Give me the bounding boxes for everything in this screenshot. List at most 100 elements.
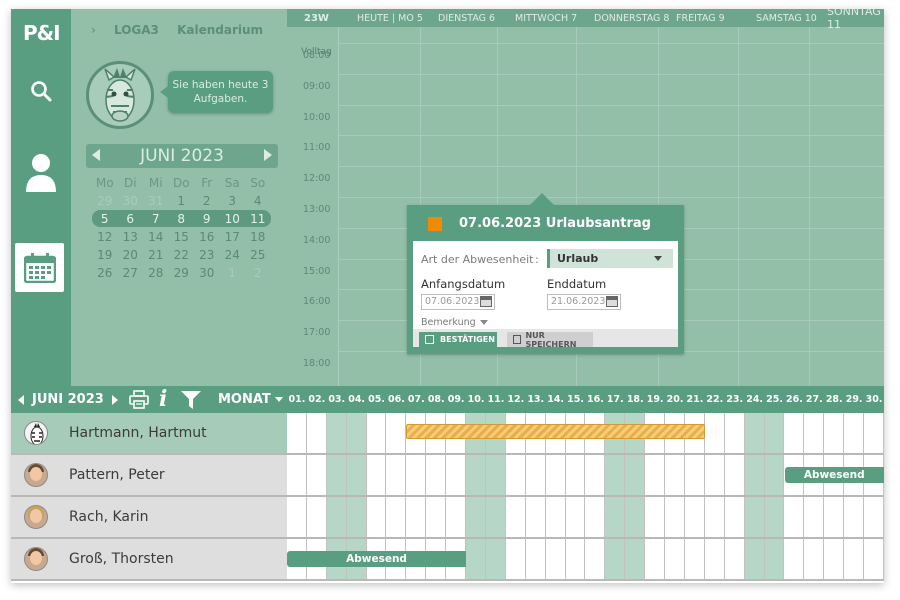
month-day-label[interactable]: 17. [605,386,625,413]
day-cell[interactable] [645,539,666,579]
mini-calendar-day[interactable]: 28 [143,264,169,281]
day-cell[interactable] [326,455,347,495]
breadcrumb-item-kalendarium[interactable]: Kalendarium [177,23,263,37]
mini-calendar-day[interactable]: 15 [169,228,195,245]
day-cell[interactable] [764,455,785,495]
mini-calendar-day[interactable]: 5 [92,210,118,227]
next-month-arrow-icon[interactable] [111,394,118,405]
day-cell[interactable] [426,497,447,537]
day-cell[interactable] [526,455,546,495]
day-cell[interactable] [466,455,486,495]
mini-calendar-day[interactable]: 1 [220,264,246,281]
day-cell[interactable] [824,413,845,453]
employee-name-cell[interactable]: Rach, Karin [11,497,287,537]
mini-calendar-day[interactable]: 13 [118,228,144,245]
day-cell[interactable] [287,455,307,495]
day-cell[interactable] [764,539,785,579]
day-cell[interactable] [785,497,805,537]
mini-calendar-day[interactable]: 17 [220,228,246,245]
day-cell[interactable] [387,455,407,495]
day-cell[interactable] [824,497,845,537]
day-cell[interactable] [804,413,825,453]
day-cell[interactable] [586,455,606,495]
mini-calendar-day[interactable]: 8 [168,210,194,227]
day-cell[interactable] [744,539,765,579]
day-cell[interactable] [326,497,347,537]
employee-name-cell[interactable]: Groß, Thorsten [11,539,287,579]
mini-calendar-day[interactable]: 6 [117,210,143,227]
month-day-label[interactable]: 30. [864,386,884,413]
day-cell[interactable] [605,539,626,579]
day-cell[interactable] [844,539,865,579]
day-cell[interactable] [665,539,685,579]
month-day-label[interactable]: 21. [685,386,705,413]
day-cell[interactable] [387,497,407,537]
prev-month-icon[interactable] [92,149,100,161]
month-day-label[interactable]: 20. [665,386,685,413]
employee-name-cell[interactable]: Hartmann, Hartmut [11,413,287,453]
mini-calendar-day[interactable]: 7 [143,210,169,227]
mini-calendar-day[interactable]: 29 [169,264,195,281]
day-cell[interactable] [645,455,666,495]
start-date-field[interactable]: 07.06.2023 [421,294,495,310]
month-day-label[interactable]: 03. [327,386,347,413]
day-cell[interactable] [705,413,725,453]
mini-calendar-day[interactable]: 25 [245,246,271,263]
day-cell[interactable] [346,497,367,537]
mini-calendar-day[interactable]: 12 [92,228,118,245]
month-day-label[interactable]: 19. [645,386,665,413]
day-cell[interactable] [486,455,506,495]
day-cell[interactable] [387,413,407,453]
day-cell[interactable] [287,413,307,453]
employee-row[interactable]: Pattern, Peter Abwesend [11,455,884,497]
day-cell[interactable] [566,455,586,495]
mini-calendar-day[interactable]: 20 [118,246,144,263]
day-cell[interactable] [307,413,327,453]
month-day-label[interactable]: 16. [586,386,606,413]
day-cell[interactable] [346,455,367,495]
day-cell[interactable] [665,455,685,495]
day-cell[interactable] [725,413,745,453]
month-day-label[interactable]: 05. [367,386,387,413]
day-cell[interactable] [685,539,705,579]
month-day-label[interactable]: 29. [844,386,864,413]
search-button[interactable] [11,65,71,117]
mini-calendar-day[interactable]: 24 [220,246,246,263]
mini-calendar-day[interactable]: 26 [92,264,118,281]
mini-calendar-day[interactable]: 30 [118,192,144,209]
day-cell[interactable] [764,413,785,453]
month-day-label[interactable]: 04. [347,386,367,413]
day-cell[interactable] [446,497,467,537]
day-cell[interactable] [785,539,805,579]
month-day-label[interactable]: 18. [625,386,645,413]
day-cell[interactable] [705,539,725,579]
week-day-header[interactable]: DONNERSTAG 8 [594,9,669,27]
day-cell[interactable] [526,497,546,537]
mini-calendar-day[interactable]: 27 [118,264,144,281]
mini-calendar-day[interactable]: 14 [143,228,169,245]
mini-calendar-day[interactable]: 31 [143,192,169,209]
employee-month-grid[interactable] [287,497,884,537]
day-cell[interactable] [367,455,387,495]
day-cell[interactable] [486,497,506,537]
day-cell[interactable] [566,497,586,537]
day-cell[interactable] [864,497,884,537]
absence-bar[interactable]: Abwesend [784,467,884,483]
day-cell[interactable] [346,413,367,453]
calendar-button[interactable] [15,243,64,292]
month-day-label[interactable]: 15. [566,386,586,413]
day-cell[interactable] [864,539,884,579]
day-cell[interactable] [725,455,745,495]
mini-calendar-day[interactable]: 18 [245,228,271,245]
confirm-button[interactable]: BESTÄTIGEN [419,332,497,347]
print-icon[interactable] [129,390,149,409]
month-day-label[interactable]: 11. [486,386,506,413]
day-cell[interactable] [506,497,526,537]
breadcrumb-item-loga3[interactable]: LOGA3 [114,23,159,37]
day-cell[interactable] [406,497,427,537]
week-day-header[interactable]: SAMSTAG 10 [756,9,817,27]
mini-calendar-day[interactable]: 29 [92,192,118,209]
day-cell[interactable] [586,539,606,579]
day-cell[interactable] [605,455,626,495]
day-cell[interactable] [326,413,347,453]
